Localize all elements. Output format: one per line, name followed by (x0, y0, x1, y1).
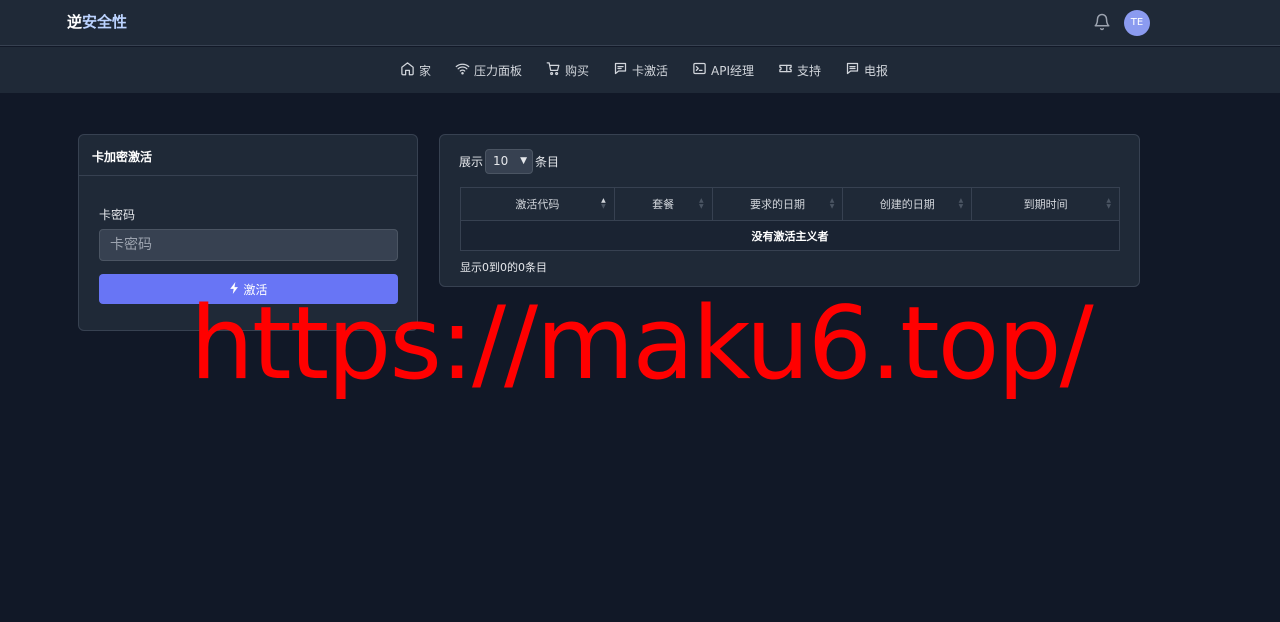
card-key-input[interactable] (99, 229, 398, 261)
terminal-icon (692, 61, 707, 79)
nav-item-card-activation[interactable]: 卡激活 (613, 61, 668, 79)
wifi-icon (455, 61, 470, 79)
activations-table: 激活代码 ▲ ▼ 套餐 ▲ ▼ 要求的日期 ▲ ▼ 创建的日期 ▲ ▼ 到期时间 ▲ (460, 187, 1120, 251)
watermark-text: https://maku6.top/ (190, 284, 1094, 402)
nav-item-home[interactable]: 家 (400, 61, 431, 79)
avatar[interactable]: TE (1124, 10, 1150, 36)
column-header-activation-code[interactable]: 激活代码 ▲ ▼ (460, 187, 615, 221)
sort-icon: ▲ ▼ (829, 197, 835, 210)
nav-item-api-manager[interactable]: API经理 (692, 61, 754, 79)
page-size-value: 10 (493, 154, 509, 168)
empty-table-message: 没有激活主义者 (460, 220, 1120, 251)
nav-item-label: 电报 (864, 63, 889, 78)
brand-logo[interactable]: 逆安全性 (67, 12, 127, 32)
nav-item-stress-panel[interactable]: 压力面板 (455, 61, 522, 79)
page-size-control: 展示 10 ▼ 条目 (459, 148, 560, 174)
bell-icon[interactable] (1093, 13, 1111, 31)
table-info: 显示0到0的0条目 (460, 261, 547, 274)
table-row: 没有激活主义者 (460, 220, 1120, 251)
nav-item-telegram[interactable]: 电报 (845, 61, 888, 79)
column-header-expiry-time[interactable]: 到期时间 ▲ ▼ (971, 187, 1120, 221)
brand-text-part2: 安全性 (82, 13, 128, 31)
nav-item-purchase[interactable]: 购买 (546, 61, 589, 79)
sort-icon: ▲ ▼ (698, 197, 704, 210)
brand-text-part1: 逆 (67, 13, 83, 31)
sort-icon: ▲ ▼ (1106, 197, 1111, 210)
nav-item-label: 支持 (797, 63, 822, 78)
chevron-down-icon: ▼ (520, 156, 528, 166)
column-header-created-date[interactable]: 创建的日期 ▲ ▼ (842, 187, 973, 221)
nav-item-label: 购买 (564, 63, 589, 78)
home-icon (400, 61, 415, 79)
page-size-select[interactable]: 10 ▼ (485, 148, 534, 174)
nav-item-support[interactable]: 支持 (778, 61, 821, 79)
card-key-label: 卡密码 (99, 208, 136, 222)
message-icon (613, 61, 628, 79)
ticket-icon (778, 61, 793, 79)
column-header-plan[interactable]: 套餐 ▲ ▼ (613, 187, 713, 221)
nav-item-label: 卡激活 (632, 63, 669, 78)
column-header-requested-date[interactable]: 要求的日期 ▲ ▼ (711, 187, 844, 221)
chat-icon (845, 61, 860, 79)
sort-icon: ▲ ▼ (958, 197, 964, 210)
nav-item-label: API经理 (711, 63, 755, 78)
top-bar: 逆安全性 TE (0, 0, 1280, 46)
show-prefix: 展示 (459, 154, 484, 169)
activations-table-card: 展示 10 ▼ 条目 激活代码 ▲ ▼ 套餐 ▲ ▼ 要求的日期 ▲ ▼ 创建的… (439, 134, 1140, 287)
cart-icon (546, 61, 561, 79)
nav-item-label: 压力面板 (473, 63, 522, 78)
main-nav: 家 压力面板 购买 卡激活 API经理 支持 电报 (0, 47, 1280, 93)
show-suffix: 条目 (535, 154, 560, 169)
sort-icon: ▲ ▼ (601, 197, 606, 210)
nav-item-label: 家 (418, 63, 431, 78)
activation-card-title: 卡加密激活 (79, 135, 417, 176)
